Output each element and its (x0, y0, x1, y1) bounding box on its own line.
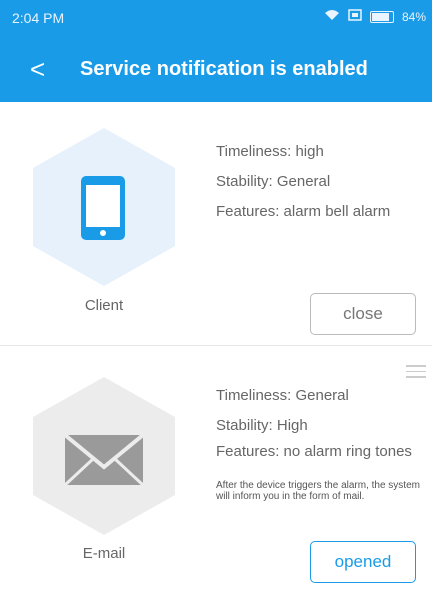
client-timeliness: Timeliness: high (216, 143, 324, 160)
email-note: After the device triggers the alarm, the… (216, 480, 420, 502)
app-bar: < Service notification is enabled (0, 36, 432, 102)
status-icons: 84% (324, 9, 426, 24)
battery-level: 84% (401, 9, 426, 24)
email-features: Features: no alarm ring tones (216, 443, 412, 460)
client-label: Client (84, 297, 124, 314)
client-stability: Stability: General (216, 173, 331, 190)
page-title: Service notification is enabled (80, 58, 368, 80)
email-timeliness: Timeliness: General (216, 387, 349, 404)
status-time: 2:04 PM (12, 10, 65, 26)
client-features: Features: alarm bell alarm (216, 203, 391, 220)
wifi-icon (324, 9, 340, 24)
status-bar: 2:04 PM 84% (0, 0, 432, 36)
email-opened-button[interactable]: opened (310, 541, 416, 583)
battery-icon (369, 10, 394, 23)
drag-handle-icon[interactable] (406, 365, 426, 382)
back-icon[interactable]: < (30, 56, 45, 82)
phone-icon (81, 176, 125, 240)
notification-icon (348, 9, 362, 24)
mail-icon (65, 435, 143, 485)
client-close-button[interactable]: close (310, 293, 416, 335)
email-stability: Stability: High (216, 417, 308, 434)
email-label: E-mail (82, 545, 126, 562)
section-divider (0, 345, 432, 346)
